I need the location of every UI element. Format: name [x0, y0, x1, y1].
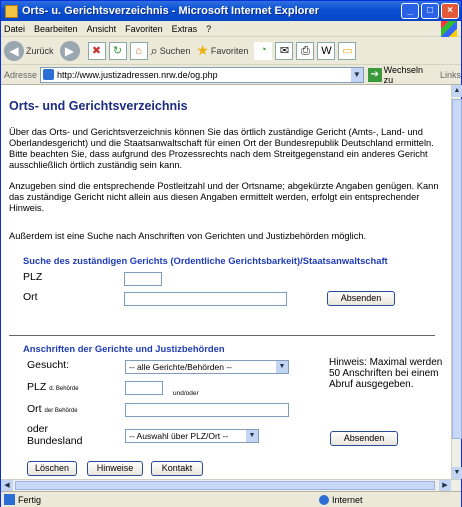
- section-title-search: Suche des zuständigen Gerichts (Ordentli…: [23, 255, 388, 266]
- globe-icon: [319, 494, 329, 505]
- chevron-down-icon: ▼: [246, 430, 258, 442]
- window-title: Orts- u. Gerichtsverzeichnis - Microsoft…: [22, 5, 320, 17]
- gesucht-label: Gesucht:: [27, 359, 70, 371]
- favorites-button[interactable]: ★ Favoriten: [196, 42, 248, 59]
- contact-button[interactable]: Kontakt: [151, 461, 203, 476]
- scroll-left-icon[interactable]: ◀: [1, 480, 13, 491]
- page-status-icon: [4, 494, 15, 505]
- submit-search-button[interactable]: Absenden: [327, 291, 395, 306]
- section-title-addresses: Anschriften der Gerichte und Justizbehör…: [23, 343, 225, 354]
- submit-address-button[interactable]: Absenden: [330, 431, 398, 446]
- menu-favoriten[interactable]: Favoriten: [125, 24, 163, 34]
- zone-indicator: Internet: [319, 494, 363, 505]
- status-text: Fertig: [18, 494, 42, 505]
- address-url: http://www.justizadressen.nrw.de/og.php: [57, 69, 218, 80]
- scroll-thumb[interactable]: [452, 99, 462, 439]
- ort-input[interactable]: [124, 292, 287, 306]
- close-button[interactable]: ×: [441, 3, 459, 19]
- gesucht-select[interactable]: -- alle Gerichte/Behörden -- ▼: [125, 360, 289, 374]
- edit-icon[interactable]: W: [317, 41, 336, 60]
- ort-label: Ort: [23, 291, 38, 303]
- ort-behoerde-sub: der Behörde: [44, 408, 78, 414]
- scroll-down-icon[interactable]: ▼: [452, 467, 462, 479]
- go-button[interactable]: ➔ Wechseln zu: [367, 65, 434, 85]
- menu-bar: Datei Bearbeiten Ansicht Favoriten Extra…: [1, 21, 461, 37]
- page-content: Orts- und Gerichtsverzeichnis Über das O…: [1, 85, 451, 491]
- bundesland-label: oder Bundesland: [27, 423, 83, 447]
- chevron-down-icon: ▼: [276, 361, 288, 373]
- page-title: Orts- und Gerichtsverzeichnis: [9, 99, 188, 113]
- menu-datei[interactable]: Datei: [4, 24, 25, 34]
- go-arrow-icon: ➔: [367, 67, 382, 82]
- stop-icon[interactable]: ✖: [87, 41, 106, 60]
- hints-button[interactable]: Hinweise: [87, 461, 143, 476]
- title-bar: Orts- u. Gerichtsverzeichnis - Microsoft…: [1, 1, 461, 21]
- intro-paragraph-2: Anzugeben sind die entsprechende Postlei…: [9, 181, 439, 213]
- forward-button[interactable]: ▶: [59, 40, 82, 61]
- clear-button[interactable]: Löschen: [27, 461, 77, 476]
- address-bar: Adresse http://www.justizadressen.nrw.de…: [1, 65, 461, 85]
- chevron-down-icon[interactable]: ▼: [350, 67, 363, 82]
- back-button[interactable]: ◀ Zurück: [4, 40, 54, 61]
- forward-arrow-icon: ▶: [59, 40, 80, 61]
- address-input[interactable]: http://www.justizadressen.nrw.de/og.php …: [40, 66, 364, 83]
- menu-ansicht[interactable]: Ansicht: [87, 24, 117, 34]
- ort-behoerde-label: Ort der Behörde: [27, 403, 78, 415]
- browser-window: Orts- u. Gerichtsverzeichnis - Microsoft…: [0, 0, 462, 507]
- history-icon[interactable]: ◔: [254, 41, 273, 60]
- star-icon: ★: [196, 42, 209, 58]
- maximize-button[interactable]: □: [421, 3, 439, 19]
- und-oder-label: und/oder: [173, 390, 199, 397]
- search-button[interactable]: ⌕ Suchen: [151, 43, 191, 59]
- refresh-icon[interactable]: ↻: [108, 41, 127, 60]
- plz-label: PLZ: [23, 271, 43, 283]
- hscroll-thumb[interactable]: [15, 481, 435, 490]
- menu-extras[interactable]: Extras: [172, 24, 198, 34]
- ie-icon: [5, 4, 18, 18]
- hint-text: Hinweis: Maximal werden 50 Anschriften b…: [329, 357, 443, 390]
- plz-behoerde-sub: d. Behörde: [49, 386, 79, 392]
- divider: [9, 335, 435, 336]
- address-label: Adresse: [4, 69, 38, 80]
- scroll-up-icon[interactable]: ▲: [452, 85, 462, 97]
- search-icon: ⌕: [150, 42, 158, 58]
- horizontal-scrollbar[interactable]: ◀ ▶: [1, 479, 461, 491]
- ort-behoerde-input[interactable]: [125, 403, 289, 417]
- mail-icon[interactable]: ✉: [275, 41, 294, 60]
- menu-bearbeiten[interactable]: Bearbeiten: [34, 24, 78, 34]
- intro-paragraph: Über das Orts- und Gerichtsverzeichnis k…: [9, 127, 434, 170]
- windows-logo-icon: [441, 21, 457, 37]
- folder-icon[interactable]: ▭: [338, 41, 357, 60]
- home-icon[interactable]: ⌂: [129, 41, 148, 60]
- intro-paragraph-3: Außerdem ist eine Suche nach Anschriften…: [9, 231, 367, 241]
- menu-help[interactable]: ?: [206, 24, 211, 34]
- status-bar: Fertig Internet: [1, 491, 461, 507]
- scroll-right-icon[interactable]: ▶: [439, 480, 451, 491]
- vertical-scrollbar[interactable]: ▲ ▼: [451, 85, 462, 479]
- plz-behoerde-input[interactable]: [125, 381, 163, 395]
- plz-behoerde-label: PLZ d. Behörde: [27, 381, 79, 393]
- back-arrow-icon: ◀: [4, 40, 24, 61]
- print-icon[interactable]: ⎙: [296, 41, 315, 60]
- plz-input[interactable]: [124, 272, 162, 286]
- bundesland-select[interactable]: -- Auswahl über PLZ/Ort -- ▼: [125, 429, 259, 443]
- minimize-button[interactable]: _: [401, 3, 419, 19]
- toolbar: ◀ Zurück ▶ ✖ ↻ ⌂ ⌕ Suchen ★ Favoriten ◔ …: [1, 37, 461, 65]
- links-label[interactable]: Links: [440, 70, 461, 80]
- page-icon: [43, 69, 55, 80]
